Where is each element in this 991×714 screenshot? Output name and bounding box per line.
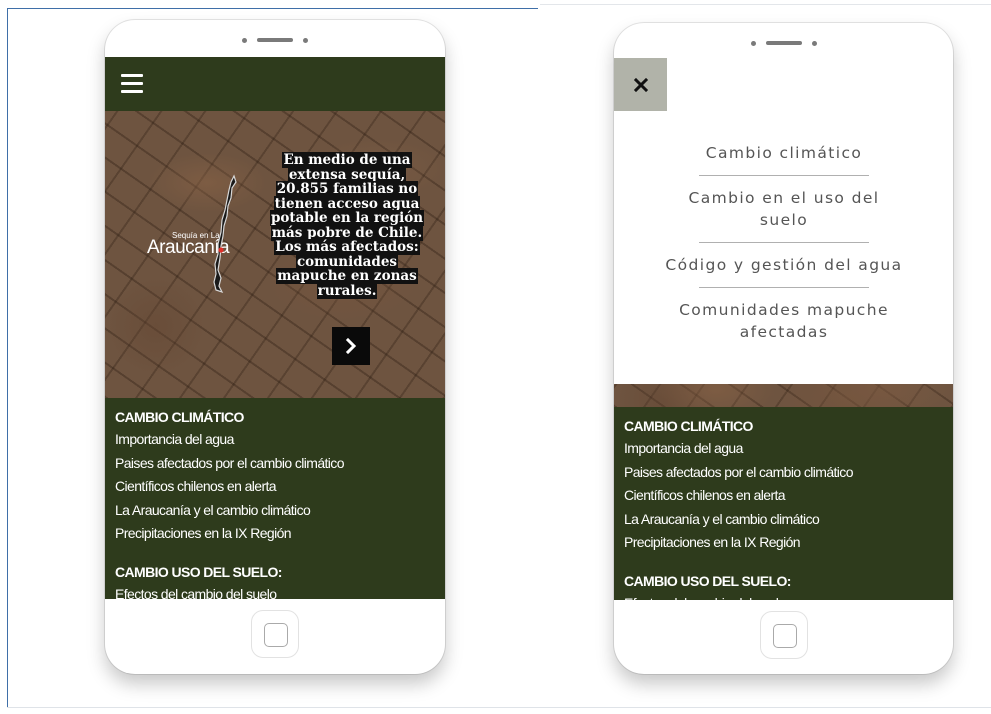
- content-links: CAMBIO CLIMÁTICO Importancia del agua Pa…: [105, 398, 445, 599]
- hero-line: rurales.: [316, 282, 378, 299]
- link-importancia-agua[interactable]: Importancia del agua: [115, 428, 445, 452]
- menu-item-cambio-climatico[interactable]: Cambio climático: [664, 142, 904, 164]
- hamburger-menu-icon[interactable]: [121, 74, 143, 94]
- frame-border-bottom: [7, 707, 991, 708]
- menu-divider: [699, 287, 869, 288]
- hero-description: En medio de una extensa sequía, 20.855 f…: [269, 152, 425, 299]
- link-araucania-clima[interactable]: La Araucanía y el cambio climático: [115, 499, 445, 523]
- home-square-icon: [772, 624, 797, 648]
- section-title-climate: CAMBIO CLIMÁTICO: [115, 409, 244, 425]
- sensor-dot: [303, 37, 308, 43]
- phone-mockup-menu: Cambio climático Cambio en el uso del su…: [614, 23, 953, 674]
- link-cientificos-alerta[interactable]: Científicos chilenos en alerta: [115, 475, 445, 499]
- menu-item-uso-suelo[interactable]: Cambio en el uso del suelo: [664, 187, 904, 231]
- frame-border-left: [7, 8, 8, 708]
- link-paises-afectados[interactable]: Paises afectados por el cambio climático: [624, 461, 953, 485]
- hero-banner-strip: [614, 384, 953, 407]
- top-navbar: [105, 57, 445, 111]
- next-button[interactable]: [332, 327, 370, 365]
- hero-line: Los más afectados:: [274, 239, 420, 255]
- site-logo: Sequía en La Araucanía: [147, 231, 257, 261]
- link-efectos-suelo[interactable]: Efectos del cambio del suelo: [624, 592, 953, 601]
- hero-line: 20.855 familias no: [275, 181, 419, 197]
- hero-line: mapuche en zonas: [276, 268, 418, 284]
- frame-border-top: [7, 8, 538, 9]
- section-title-climate: CAMBIO CLIMÁTICO: [624, 418, 753, 434]
- link-paises-afectados[interactable]: Paises afectados por el cambio climático: [115, 452, 445, 476]
- close-menu-button[interactable]: [614, 58, 667, 111]
- camera-dot: [750, 40, 756, 46]
- chile-map-icon: [213, 174, 237, 294]
- home-button[interactable]: [251, 610, 299, 658]
- chevron-right-icon: [345, 338, 357, 354]
- home-button[interactable]: [759, 611, 808, 659]
- frame-border-top-right: [540, 4, 991, 5]
- camera-dot: [242, 37, 247, 43]
- hero-line: potable en la región: [269, 210, 425, 226]
- speaker-grille: [257, 38, 293, 42]
- menu-list: Cambio climático Cambio en el uso del su…: [664, 142, 904, 343]
- link-precipitaciones[interactable]: Precipitaciones en la IX Región: [624, 531, 953, 555]
- menu-item-codigo-agua[interactable]: Código y gestión del agua: [664, 254, 904, 276]
- link-precipitaciones[interactable]: Precipitaciones en la IX Región: [115, 522, 445, 546]
- link-importancia-agua[interactable]: Importancia del agua: [624, 437, 953, 461]
- phone-speaker: [105, 35, 445, 45]
- section-title-land-use: CAMBIO USO DEL SUELO:: [624, 572, 791, 589]
- link-araucania-clima[interactable]: La Araucanía y el cambio climático: [624, 508, 953, 532]
- section-title-land-use: CAMBIO USO DEL SUELO:: [115, 563, 282, 580]
- content-links: CAMBIO CLIMÁTICO Importancia del agua Pa…: [614, 407, 953, 600]
- close-icon: [633, 77, 648, 92]
- nav-menu-overlay: Cambio climático Cambio en el uso del su…: [614, 58, 953, 384]
- hero-banner: Sequía en La Araucanía En medio de una e…: [105, 111, 445, 398]
- menu-divider: [699, 175, 869, 176]
- home-square-icon: [264, 623, 288, 647]
- menu-divider: [699, 242, 869, 243]
- phone-screen: Cambio climático Cambio en el uso del su…: [614, 58, 953, 600]
- speaker-grille: [765, 41, 802, 45]
- phone-mockup-home: Sequía en La Araucanía En medio de una e…: [105, 20, 445, 674]
- sensor-dot: [811, 40, 817, 46]
- link-efectos-suelo[interactable]: Efectos del cambio del suelo: [115, 583, 445, 600]
- hero-line: En medio de una: [282, 152, 412, 168]
- link-cientificos-alerta[interactable]: Científicos chilenos en alerta: [624, 484, 953, 508]
- phone-speaker: [614, 38, 953, 48]
- menu-item-comunidades-mapuche[interactable]: Comunidades mapuche afectadas: [664, 299, 904, 343]
- phone-screen: Sequía en La Araucanía En medio de una e…: [105, 57, 445, 599]
